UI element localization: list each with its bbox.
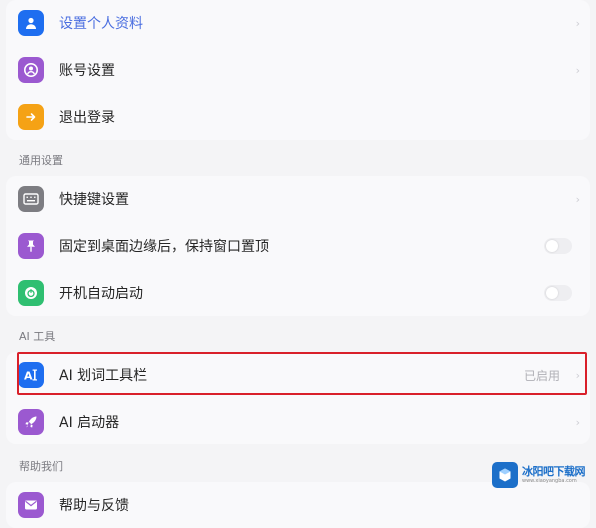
watermark-url: www.xiaoyangba.com — [522, 478, 577, 484]
account-card: 设置个人资料 › 账号设置 › 退出登录 — [6, 0, 590, 140]
rocket-icon — [18, 409, 44, 435]
auto-start-label: 开机自动启动 — [59, 286, 143, 302]
logout-item[interactable]: 退出登录 — [6, 94, 590, 140]
power-icon — [18, 280, 44, 306]
keyboard-icon — [18, 186, 44, 212]
section-title-ai-tools: AI 工具 — [19, 330, 56, 343]
account-settings-label: 账号设置 — [59, 63, 115, 79]
cube-logo-icon — [492, 462, 518, 488]
watermark-name: 冰阳吧下载网 — [522, 465, 586, 478]
general-settings-card: 快捷键设置 › 固定到桌面边缘后，保持窗口置顶 开机自动启动 — [6, 176, 590, 316]
chevron-right-icon: › — [575, 63, 580, 77]
ai-launcher-item[interactable]: AI 启动器 › — [6, 399, 590, 445]
shortcut-settings-label: 快捷键设置 — [59, 192, 129, 208]
chevron-right-icon: › — [575, 415, 580, 429]
chevron-right-icon: › — [575, 192, 580, 206]
shortcut-settings-item[interactable]: 快捷键设置 › — [6, 176, 590, 222]
watermark-logo: 冰阳吧下载网 www.xiaoyangba.com — [492, 458, 592, 492]
section-title-help: 帮助我们 — [19, 460, 63, 473]
pin-icon — [18, 233, 44, 259]
profile-settings-label: 设置个人资料 — [59, 16, 143, 32]
section-title-general: 通用设置 — [19, 154, 63, 167]
pin-on-top-label: 固定到桌面边缘后，保持窗口置顶 — [59, 239, 269, 255]
logout-arrow-icon — [18, 104, 44, 130]
highlight-frame — [17, 352, 587, 395]
profile-settings-item[interactable]: 设置个人资料 › — [6, 0, 590, 46]
account-settings-item[interactable]: 账号设置 › — [6, 47, 590, 93]
auto-start-item: 开机自动启动 — [6, 270, 590, 316]
user-icon — [18, 10, 44, 36]
help-feedback-label: 帮助与反馈 — [59, 498, 129, 514]
logout-label: 退出登录 — [59, 110, 115, 126]
auto-start-toggle[interactable] — [544, 285, 572, 301]
pin-on-top-toggle[interactable] — [544, 238, 572, 254]
chevron-right-icon: › — [575, 16, 580, 30]
mail-icon — [18, 492, 44, 518]
account-circle-icon — [18, 57, 44, 83]
pin-on-top-item: 固定到桌面边缘后，保持窗口置顶 — [6, 223, 590, 269]
ai-launcher-label: AI 启动器 — [59, 415, 120, 431]
